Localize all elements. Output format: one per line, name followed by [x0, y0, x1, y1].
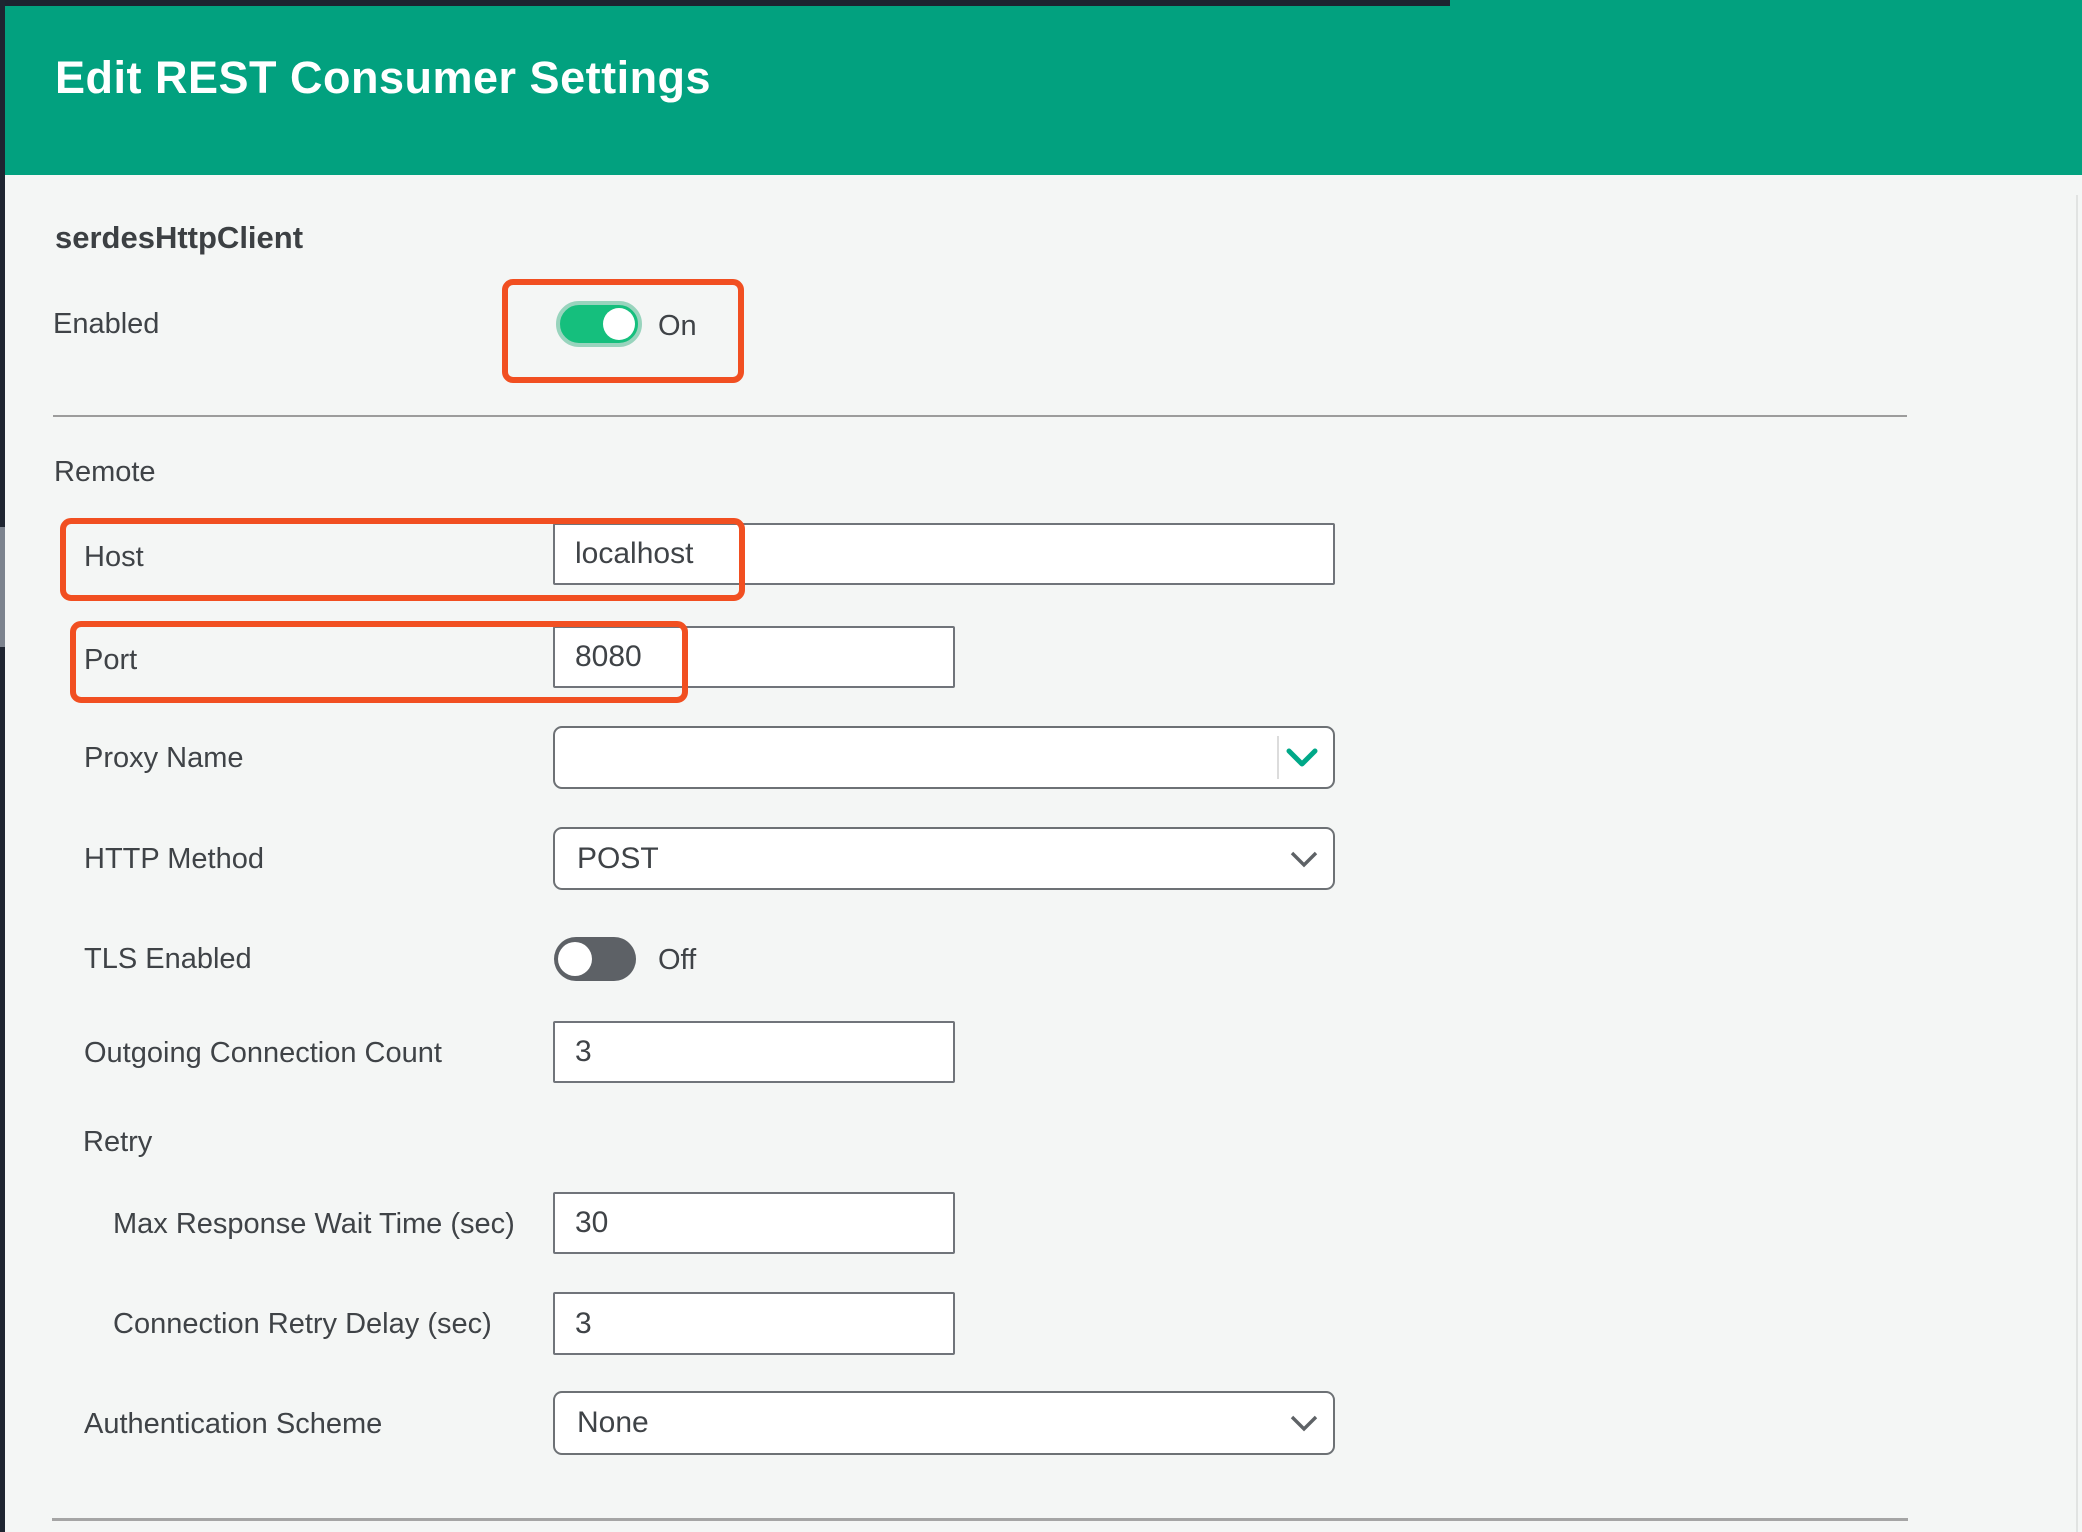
max-response-wait-label: Max Response Wait Time (sec) — [113, 1208, 515, 1241]
enabled-toggle-state: On — [658, 310, 697, 343]
toggle-knob — [558, 942, 592, 976]
port-label: Port — [84, 644, 137, 677]
authentication-scheme-label: Authentication Scheme — [84, 1408, 382, 1441]
proxy-name-label: Proxy Name — [84, 742, 244, 775]
dialog-title: Edit REST Consumer Settings — [55, 52, 711, 104]
section-divider — [53, 415, 1907, 417]
outgoing-connection-count-label: Outgoing Connection Count — [84, 1037, 442, 1070]
toggle-knob — [603, 308, 635, 340]
authentication-scheme-value: None — [577, 1406, 649, 1440]
http-method-select[interactable]: POST — [553, 827, 1335, 890]
http-method-value: POST — [577, 842, 659, 876]
bottom-divider — [52, 1518, 1908, 1521]
connection-retry-delay-label: Connection Retry Delay (sec) — [113, 1308, 492, 1341]
retry-section-label: Retry — [83, 1126, 152, 1159]
right-scroll-track — [2076, 195, 2078, 1532]
enabled-toggle[interactable] — [556, 301, 642, 347]
proxy-name-combobox[interactable] — [553, 726, 1335, 789]
connection-retry-delay-input[interactable] — [553, 1292, 955, 1355]
client-name-heading: serdesHttpClient — [55, 220, 303, 256]
left-scrollbar-thumb[interactable] — [0, 527, 5, 647]
remote-section-label: Remote — [54, 456, 156, 489]
authentication-scheme-select[interactable]: None — [553, 1391, 1335, 1455]
enabled-label: Enabled — [53, 308, 159, 341]
tls-toggle-state: Off — [658, 944, 696, 977]
window-top-edge — [0, 0, 1450, 6]
chevron-down-icon — [1289, 1414, 1319, 1432]
combobox-divider — [1277, 736, 1279, 779]
tls-toggle[interactable] — [554, 937, 636, 981]
host-input[interactable] — [553, 523, 1335, 585]
host-label: Host — [84, 541, 144, 574]
chevron-down-icon — [1289, 850, 1319, 868]
chevron-down-icon[interactable] — [1285, 747, 1319, 769]
max-response-wait-input[interactable] — [553, 1192, 955, 1254]
outgoing-connection-count-input[interactable] — [553, 1021, 955, 1083]
http-method-label: HTTP Method — [84, 843, 264, 876]
port-input[interactable] — [553, 626, 955, 688]
tls-enabled-label: TLS Enabled — [84, 943, 252, 976]
left-scrollbar-track[interactable] — [0, 0, 5, 1532]
